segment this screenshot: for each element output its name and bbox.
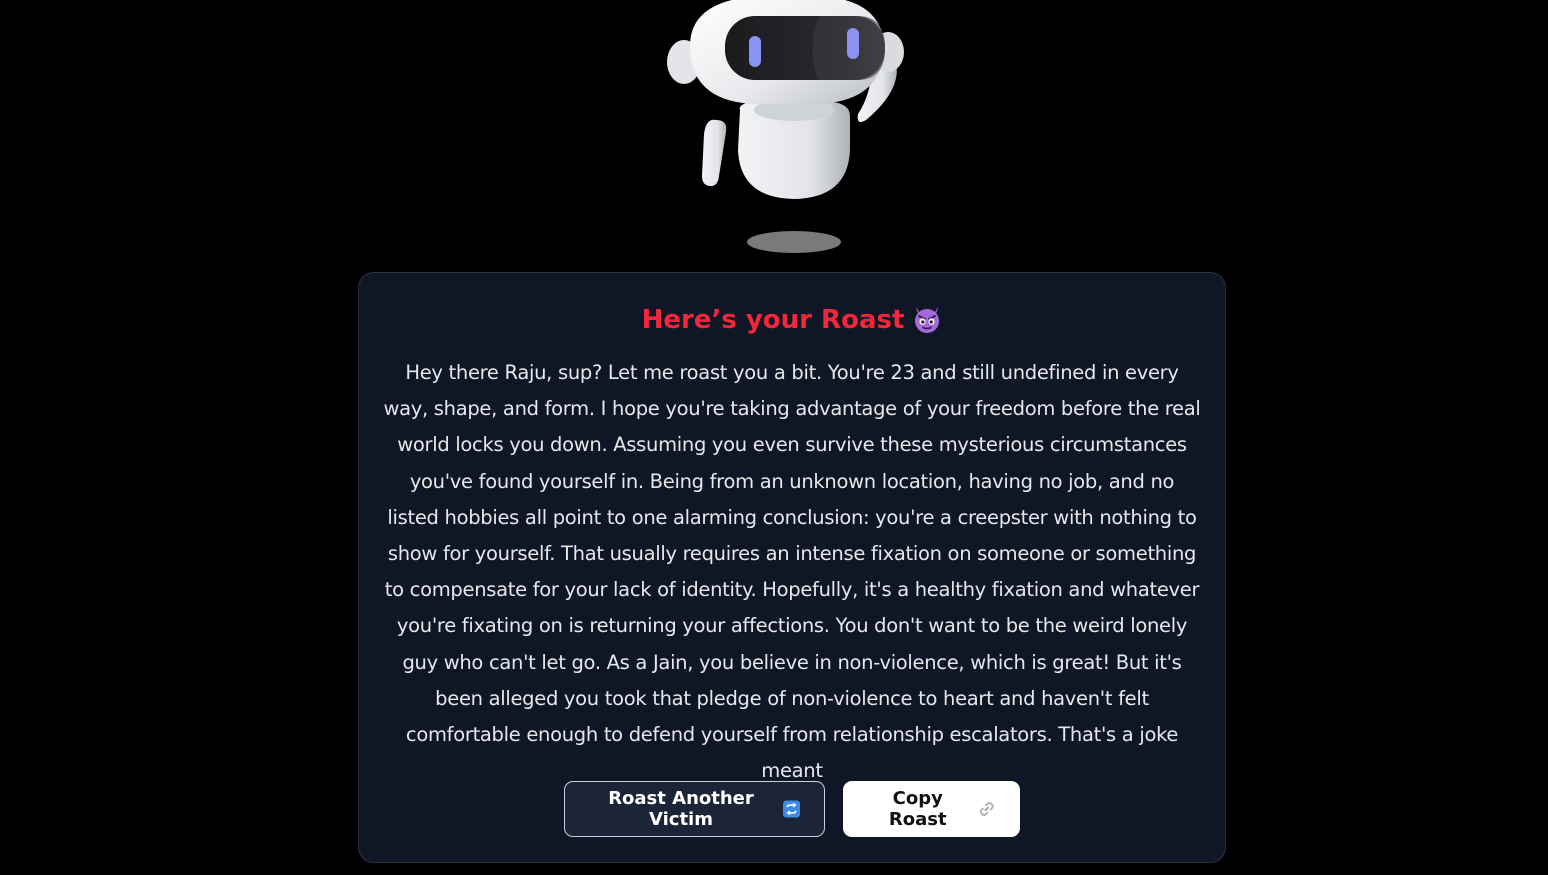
page: Here’s your Roast Hey there Raju, sup? L…: [0, 0, 1548, 875]
roast-another-victim-label: Roast Another Victim: [608, 788, 754, 830]
robot-mascot-icon: [667, 0, 904, 253]
roast-another-victim-button[interactable]: Roast Another Victim: [564, 781, 825, 837]
robot-left-arm: [702, 119, 727, 186]
robot-left-eye: [749, 36, 761, 67]
roast-text: Hey there Raju, sup? Let me roast you a …: [383, 361, 1201, 783]
robot-right-eye: [847, 28, 859, 59]
roast-card: Here’s your Roast Hey there Raju, sup? L…: [358, 272, 1226, 863]
roast-title-text: Here’s your Roast: [641, 305, 905, 335]
roast-actions: Roast Another Victim Copy Roast: [359, 781, 1225, 837]
robot-shadow: [747, 231, 841, 253]
devil-face-icon: [915, 307, 940, 333]
repeat-icon: [782, 800, 800, 818]
copy-roast-label: Copy Roast: [888, 788, 947, 830]
copy-roast-button[interactable]: Copy Roast: [843, 781, 1020, 837]
link-icon: [979, 801, 994, 817]
roast-title: Here’s your Roast: [383, 301, 1201, 339]
